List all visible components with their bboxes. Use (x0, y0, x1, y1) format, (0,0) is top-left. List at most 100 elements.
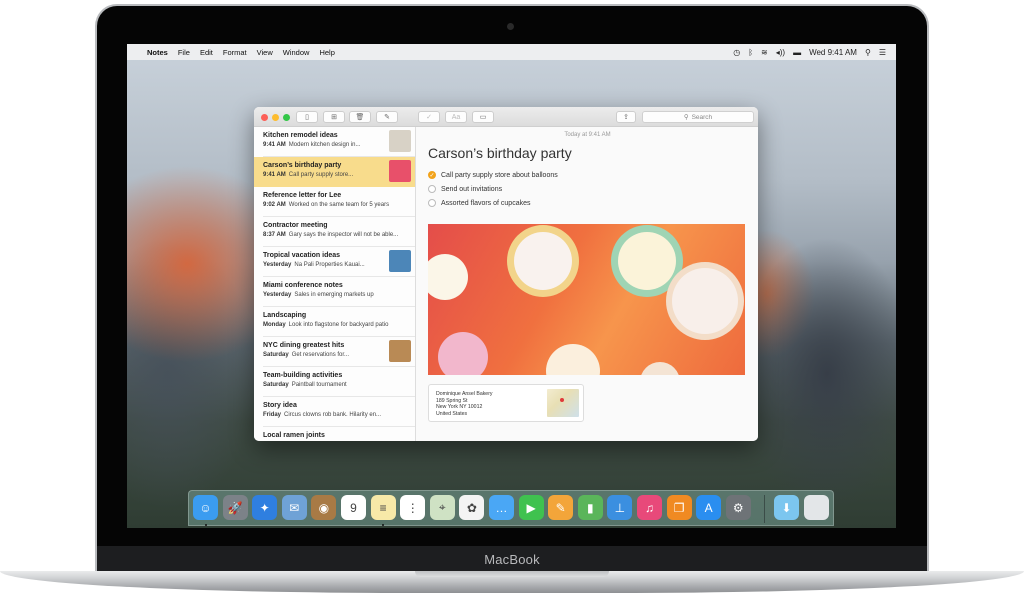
map-pin-icon (560, 398, 564, 402)
facetime-icon[interactable]: ▶ (518, 495, 544, 520)
lid-notch (415, 571, 609, 577)
downloads-folder-icon[interactable]: ⬇ (774, 495, 799, 520)
checklist-item[interactable]: ✓ Call party supply store about balloons (428, 171, 558, 179)
maps-icon[interactable]: ⌖ (429, 495, 455, 520)
checklist-item[interactable]: Assorted flavors of cupcakes (428, 199, 531, 207)
note-title: Team-building activities (263, 372, 343, 379)
note-list-item[interactable]: Local ramen joints (254, 427, 415, 441)
compose-button[interactable]: ✎ (376, 111, 398, 123)
launchpad-icon[interactable]: 🚀 (222, 495, 248, 520)
cupcakes-photo[interactable] (428, 224, 745, 375)
messages-icon[interactable]: … (489, 495, 514, 520)
menu-window[interactable]: Window (283, 48, 310, 57)
note-list-item[interactable]: Miami conference notes Yesterday Sales in … (254, 277, 415, 307)
bluetooth-icon[interactable]: ᛒ (748, 48, 753, 57)
running-indicator (382, 524, 385, 526)
table-button[interactable]: ▭ (472, 111, 494, 123)
system-preferences-icon[interactable]: ⚙ (725, 495, 751, 520)
battery-icon[interactable]: ▬ (793, 48, 801, 57)
share-button[interactable]: ⇪ (616, 111, 636, 123)
mail-icon[interactable]: ✉ (281, 495, 307, 520)
note-thumbnail (389, 160, 411, 182)
note-date: 9:41 AM (263, 172, 286, 178)
spotlight-icon[interactable]: ⚲ (865, 48, 871, 57)
notification-center-icon[interactable]: ☰ (879, 48, 886, 57)
menu-format[interactable]: Format (223, 48, 247, 57)
cupcake (640, 362, 680, 375)
menu-file[interactable]: File (178, 48, 190, 57)
note-date: Monday (263, 322, 286, 328)
time-machine-icon[interactable]: ◷ (733, 48, 740, 57)
menu-app-name[interactable]: Notes (147, 48, 168, 57)
zoom-button[interactable] (283, 114, 290, 121)
calendar-icon[interactable]: 9 (341, 495, 366, 520)
cupcake (438, 332, 488, 375)
itunes-icon[interactable]: ♫ (637, 495, 662, 520)
pages-icon[interactable]: ✎ (548, 495, 574, 520)
wifi-icon[interactable]: ≋ (761, 48, 768, 57)
clock[interactable]: Wed 9:41 AM (809, 48, 857, 57)
cupcake (618, 232, 676, 290)
close-button[interactable] (261, 114, 268, 121)
keynote-icon[interactable]: ⊥ (607, 495, 633, 520)
window-toolbar: ▯ ⊞ 🗑 ✎ ✓ Aa ▭ ⇪ ⚲ Search (254, 107, 758, 127)
note-subtitle: Friday Circus clowns rob bank. Hilarity e… (263, 412, 415, 418)
camera (507, 23, 514, 30)
trash-icon[interactable] (804, 495, 829, 520)
note-list-item[interactable]: Story idea Friday Circus clowns rob bank. … (254, 397, 415, 427)
note-list-item[interactable]: NYC dining greatest hits Saturday Get rese… (254, 337, 415, 367)
checklist-button[interactable]: ✓ (418, 111, 440, 123)
unchecked-circle-icon[interactable] (428, 199, 436, 207)
search-field[interactable]: ⚲ Search (642, 111, 754, 123)
note-date: 9:41 AM (263, 142, 286, 148)
note-date: Yesterday (263, 292, 292, 298)
sidebar-toggle-button[interactable]: ▯ (296, 111, 318, 123)
note-snippet: Paintball tournament (291, 382, 347, 388)
note-title[interactable]: Carson’s birthday party (428, 145, 572, 161)
note-list-item[interactable]: Reference letter for Lee 9:02 AM Worked on… (254, 187, 415, 217)
unchecked-circle-icon[interactable] (428, 185, 436, 193)
dock-separator (764, 495, 765, 523)
app-store-icon[interactable]: A (696, 495, 722, 520)
note-list-item[interactable]: Team-building activities Saturday Paintbal… (254, 367, 415, 397)
menu-help[interactable]: Help (319, 48, 334, 57)
reminders-icon[interactable]: ⋮ (400, 495, 426, 520)
photos-icon[interactable]: ✿ (459, 495, 485, 520)
cupcake (672, 268, 738, 334)
table-icon: ▭ (479, 114, 487, 121)
finder-icon[interactable]: ☺ (193, 495, 218, 520)
safari-icon[interactable]: ✦ (252, 495, 278, 520)
attachments-button[interactable]: ⊞ (323, 111, 345, 123)
ibooks-icon[interactable]: ❐ (666, 495, 692, 520)
note-list-item[interactable]: Contractor meeting 8:37 AM Gary says the i… (254, 217, 415, 247)
note-snippet: Na Pali Properties Kauai... (294, 262, 365, 268)
desktop: Notes File Edit Format View Window Help … (127, 44, 896, 528)
note-list-item[interactable]: Carson’s birthday party 9:41 AM Call party… (254, 157, 415, 187)
minimize-button[interactable] (272, 114, 279, 121)
checklist-item[interactable]: Send out invitations (428, 185, 502, 193)
menu-view[interactable]: View (257, 48, 273, 57)
note-list-item[interactable]: Kitchen remodel ideas 9:41 AM Modern kitch… (254, 127, 415, 157)
cupcake (514, 232, 572, 290)
notes-window: ▯ ⊞ 🗑 ✎ ✓ Aa ▭ ⇪ ⚲ Search Kitchen remode… (254, 107, 758, 441)
menu-edit[interactable]: Edit (200, 48, 213, 57)
device-label: MacBook (484, 552, 540, 567)
checked-circle-icon[interactable]: ✓ (428, 171, 436, 179)
note-title: Story idea (263, 402, 297, 409)
notes-list[interactable]: Kitchen remodel ideas 9:41 AM Modern kitch… (254, 127, 416, 441)
notes-icon[interactable]: ≡ (370, 495, 396, 520)
volume-icon[interactable]: ◂)) (776, 48, 785, 57)
note-snippet: Call party supply store... (288, 172, 354, 178)
note-list-item[interactable]: Landscaping Monday Look into flagstone for… (254, 307, 415, 337)
note-thumbnail (389, 130, 411, 152)
location-attachment[interactable]: Dominique Ansel Bakery 189 Spring St New… (428, 384, 584, 422)
note-editor[interactable]: Today at 9:41 AM Carson’s birthday party… (417, 127, 758, 441)
numbers-icon[interactable]: ▮ (577, 495, 603, 520)
delete-button[interactable]: 🗑 (349, 111, 371, 123)
note-subtitle: 8:37 AM Gary says the inspector will not … (263, 232, 415, 238)
checklist-text: Assorted flavors of cupcakes (441, 199, 531, 207)
note-list-item[interactable]: Tropical vacation ideas Yesterday Na Pali … (254, 247, 415, 277)
map-thumbnail (547, 389, 579, 417)
format-button[interactable]: Aa (445, 111, 467, 123)
contacts-icon[interactable]: ◉ (311, 495, 337, 520)
